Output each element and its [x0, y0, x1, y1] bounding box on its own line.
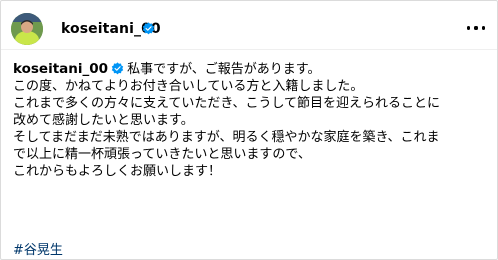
caption-line: そしてまだまだ未熟ではありますが、明るく穏やかな家庭を築き、これま — [13, 130, 440, 145]
caption-line: で以上に精一杯頑張っていきたいと思いますので、 — [13, 147, 311, 162]
dot — [474, 26, 478, 30]
verified-badge-icon — [111, 62, 124, 75]
post-caption: koseitani_00 私事ですが、ご報告があります。 この度、かねてよりお付… — [13, 61, 493, 180]
caption-line: これからもよろしくお願いします！ — [13, 164, 222, 179]
dot — [467, 26, 471, 30]
caption-intro: 私事ですが、ご報告があります。 — [127, 62, 321, 77]
caption-line: これまで多くの方々に支えていただき、こうして節目を迎えられることに — [13, 96, 441, 111]
instagram-post: koseitani_00 koseitani_00 私事ですが、ご報告があります… — [0, 0, 498, 260]
caption-username[interactable]: koseitani_00 — [13, 61, 108, 77]
more-options-icon[interactable] — [467, 23, 485, 33]
post-header: koseitani_00 — [1, 1, 497, 50]
caption-first-line: koseitani_00 私事ですが、ご報告があります。 — [13, 61, 493, 78]
profile-avatar[interactable] — [11, 13, 43, 45]
hashtag-link[interactable]: #谷晃生 — [13, 239, 63, 258]
avatar-photo — [11, 13, 43, 45]
caption-line: この度、かねてよりお付き合いしている方と入籍しました。 — [13, 79, 364, 94]
caption-line: 改めて感謝したいと思います。 — [13, 113, 194, 128]
verified-badge-icon — [142, 22, 155, 35]
dot — [481, 26, 485, 30]
